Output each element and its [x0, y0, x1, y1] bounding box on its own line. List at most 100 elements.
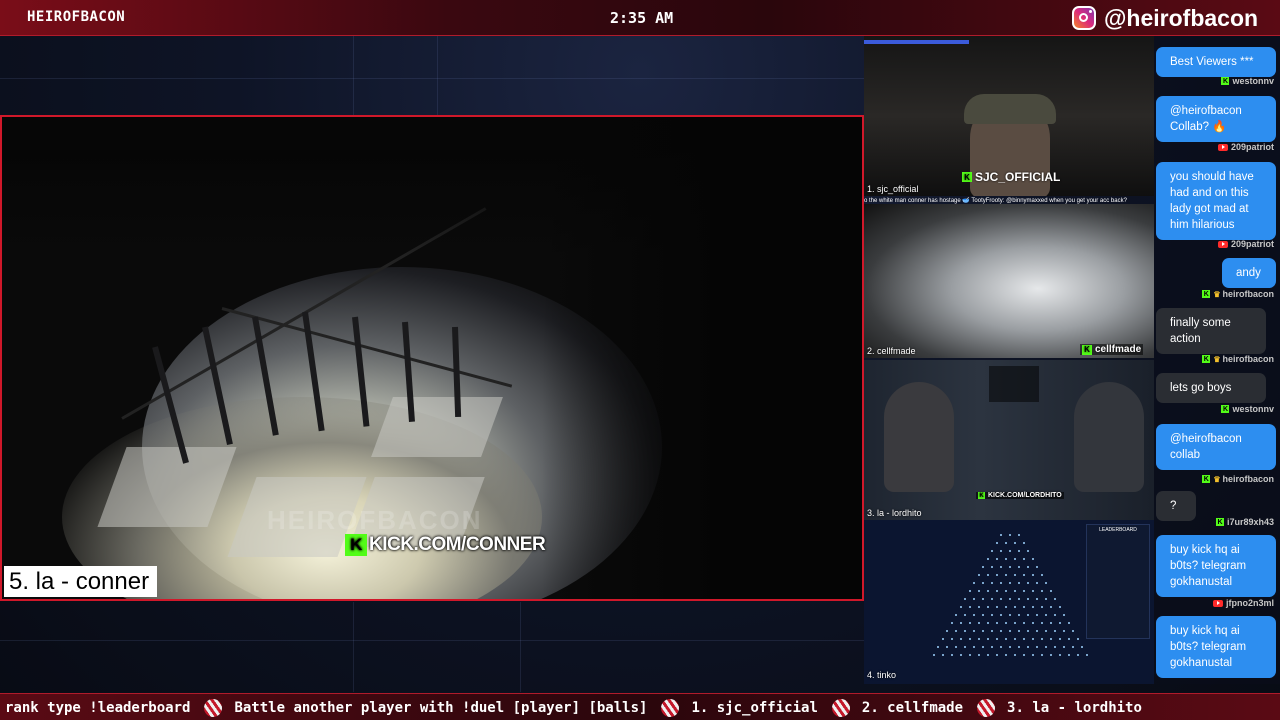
plinko-peg — [946, 646, 948, 648]
plinko-peg — [968, 606, 971, 608]
crown-icon: ♛ — [1213, 474, 1221, 484]
channel-watermark: HEIROFBACON — [267, 505, 483, 535]
kick-badge-icon: K — [1202, 355, 1211, 363]
plinko-peg — [1036, 630, 1038, 632]
username-text: 209patriot — [1230, 142, 1274, 152]
shadow — [542, 117, 862, 599]
plinko-peg — [1018, 646, 1020, 648]
side-feed-3[interactable]: K KICK.COM/LORDHITO 3. la - lordhito — [864, 360, 1154, 520]
username-text: heirofbacon — [1222, 474, 1274, 484]
plinko-peg — [1013, 622, 1016, 624]
plinko-peg — [946, 630, 948, 632]
username-text: westonnv — [1232, 404, 1274, 414]
stair-step — [371, 397, 503, 457]
plinko-peg — [950, 654, 953, 656]
plinko-peg — [995, 558, 998, 560]
plinko-peg — [991, 582, 993, 584]
plinko-peg — [1072, 646, 1074, 648]
plinko-peg — [1031, 558, 1034, 560]
plinko-peg — [1018, 598, 1020, 600]
streamer-figure — [1074, 382, 1144, 492]
youtube-badge-icon — [1212, 599, 1223, 607]
stream-tag: K SJC_OFFICIAL — [962, 170, 1060, 184]
social-handle: @heirofbacon — [1072, 4, 1258, 32]
plinko-peg — [986, 654, 989, 656]
plinko-peg — [1049, 590, 1052, 592]
plinko-peg — [955, 630, 957, 632]
plinko-peg — [968, 622, 971, 624]
side-feed-1[interactable]: K SJC_OFFICIAL 1. sjc_official — [864, 36, 1154, 196]
plinko-peg — [1009, 582, 1011, 584]
plinko-peg — [1009, 598, 1011, 600]
plinko-peg — [1031, 654, 1034, 656]
plinko-peg — [1049, 622, 1052, 624]
plinko-peg — [1040, 574, 1043, 576]
chat-message: Best Viewers *** — [1156, 47, 1276, 77]
kick-logo-icon: K — [1082, 344, 1092, 355]
plinko-peg — [973, 630, 975, 632]
plinko-peg — [1018, 534, 1020, 536]
plinko-peg — [986, 606, 989, 608]
chat-message: @heirofbacon collab — [1156, 424, 1276, 470]
plinko-peg — [977, 638, 980, 640]
bg-line — [520, 602, 521, 692]
chat-username[interactable]: Ki7ur89xh43 — [1215, 517, 1274, 527]
plinko-peg — [1076, 654, 1079, 656]
stream-tag: Kcellfmade — [1080, 344, 1144, 355]
chat-username[interactable]: 209patriot — [1217, 142, 1274, 152]
chat-username[interactable]: Kwestonnv — [1221, 404, 1274, 414]
username-text: 209patriot — [1230, 239, 1274, 249]
side-feed-4[interactable]: LEADERBOARD 4. tinko — [864, 520, 1154, 684]
plinko-peg — [1027, 598, 1029, 600]
chat-username[interactable]: jfpno2n3ml — [1212, 598, 1274, 608]
plinko-peg — [964, 646, 966, 648]
plinko-peg — [964, 630, 966, 632]
plinko-peg — [1081, 646, 1083, 648]
plinko-peg — [1045, 630, 1047, 632]
plinko-peg — [1054, 614, 1056, 616]
plinko-peg — [1085, 654, 1088, 656]
chat-username[interactable]: K ♛ heirofbacon — [1202, 474, 1274, 484]
plinko-peg — [1013, 638, 1016, 640]
plinko-peg — [1040, 638, 1043, 640]
stream-overlay: HEIROFBACON 2:35 AM @heirofbacon HEIROFB… — [0, 0, 1280, 720]
plinko-peg — [1022, 654, 1025, 656]
plinko-peg — [1000, 534, 1002, 536]
plinko-peg — [977, 622, 980, 624]
plinko-peg — [968, 590, 971, 592]
plinko-peg — [1036, 582, 1038, 584]
plinko-peg — [1000, 598, 1002, 600]
chat-message: lets go boys — [1156, 373, 1266, 403]
plinko-peg — [991, 566, 993, 568]
candy-separator-icon — [203, 697, 224, 719]
plinko-peg — [977, 574, 980, 576]
plinko-peg — [982, 646, 984, 648]
chat-username[interactable]: K ♛ heirofbacon — [1202, 354, 1274, 364]
chat-username[interactable]: 209patriot — [1217, 239, 1274, 249]
plinko-peg — [1067, 622, 1070, 624]
plinko-peg — [1031, 606, 1034, 608]
username-text: heirofbacon — [1222, 354, 1274, 364]
main-stream-feed[interactable]: HEIROFBACON K KICK.COM/CONNER 5. la - co… — [0, 115, 864, 601]
plinko-peg — [1018, 550, 1020, 552]
stream-tag-text: SJC_OFFICIAL — [975, 170, 1061, 184]
chat-username[interactable]: Kwestonnv — [1221, 76, 1274, 86]
chat-message: @heirofbacon Collab? 🔥 — [1156, 96, 1276, 142]
channel-brand: HEIROFBACON — [27, 9, 126, 25]
plinko-peg — [959, 638, 962, 640]
plinko-peg — [1063, 630, 1065, 632]
plinko-peg — [1031, 590, 1034, 592]
plinko-peg — [1000, 614, 1002, 616]
chat-message: buy kick hq ai b0ts? telegram gokhanusta… — [1156, 535, 1276, 597]
plinko-peg — [1013, 542, 1016, 544]
plinko-peg — [1022, 542, 1025, 544]
chat-username[interactable]: K ♛ heirofbacon — [1202, 289, 1274, 299]
plinko-peg — [932, 654, 935, 656]
plinko-peg — [991, 646, 993, 648]
plinko-peg — [959, 654, 962, 656]
plinko-peg — [1004, 638, 1007, 640]
plinko-peg — [986, 622, 989, 624]
plinko-peg — [1058, 654, 1061, 656]
kick-badge-icon: K — [1215, 518, 1224, 526]
side-feed-2[interactable]: 2. cellfmade Kcellfmade — [864, 204, 1154, 358]
